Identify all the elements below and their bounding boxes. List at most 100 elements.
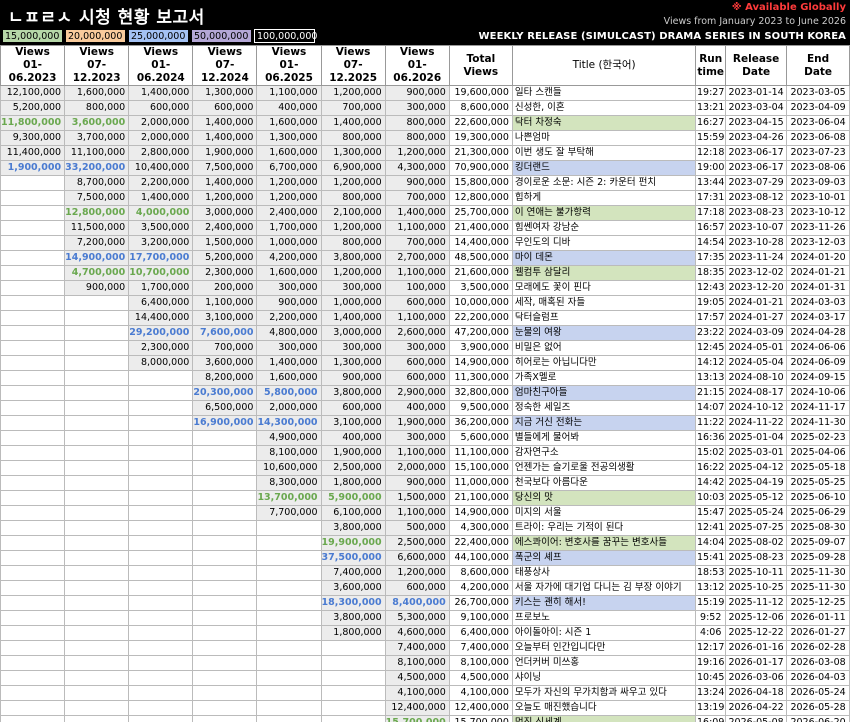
views-cell <box>64 370 130 386</box>
table-row: 16,900,000 14,300,000 3,100,000 1,900,000 36… <box>0 415 850 431</box>
release-cell: 2025-08-23 <box>725 550 788 566</box>
views-cell <box>128 400 194 416</box>
title-cell: 히어로는 아닙니다만 <box>511 355 697 371</box>
views-cell <box>0 415 66 431</box>
release-cell: 2025-08-02 <box>725 535 788 551</box>
views-cell <box>256 580 322 596</box>
views-cell <box>192 535 258 551</box>
views-cell <box>64 505 130 521</box>
views-cell <box>64 610 130 626</box>
views-cell <box>64 460 130 476</box>
table-header: Views 01-06.2023 Views 07-12.2023 Views 01-06… <box>0 45 850 86</box>
views-cell: 9,300,000 <box>0 130 66 146</box>
views-cell: 4,200,000 <box>256 250 322 266</box>
title-cell: 언더커버 미쓰홍 <box>511 655 697 671</box>
views-cell: 1,400,000 <box>128 85 194 101</box>
views-cell <box>0 355 66 371</box>
release-cell: 2024-01-21 <box>725 295 788 311</box>
end-cell: 2023-07-23 <box>786 145 850 161</box>
views-cell: 1,600,000 <box>64 85 130 101</box>
views-cell <box>320 640 386 656</box>
views-cell <box>0 265 66 281</box>
views-cell: 1,200,000 <box>320 265 386 281</box>
total-cell: 15,100,000 <box>448 460 513 476</box>
end-cell: 2025-11-30 <box>786 565 850 581</box>
end-cell: 2025-05-18 <box>786 460 850 476</box>
views-cell <box>320 700 386 716</box>
views-cell <box>0 655 66 671</box>
release-cell: 2025-11-12 <box>725 595 788 611</box>
views-cell <box>64 685 130 701</box>
column-header: Total Views <box>448 45 513 86</box>
views-cell: 1,200,000 <box>320 220 386 236</box>
views-cell <box>128 415 194 431</box>
views-cell: 8,300,000 <box>256 475 322 491</box>
views-cell: 17,700,000 <box>128 250 194 266</box>
title-cell: 닥터 차정숙 <box>511 115 697 131</box>
release-cell: 2025-04-19 <box>725 475 788 491</box>
run-cell: 12:45 <box>695 340 727 356</box>
views-cell <box>128 640 194 656</box>
views-cell <box>192 430 258 446</box>
table-row: 4,700,000 10,700,000 2,300,000 1,600,000 1,2… <box>0 265 850 281</box>
end-cell: 2024-10-06 <box>786 385 850 401</box>
views-cell <box>64 700 130 716</box>
views-cell: 3,700,000 <box>64 130 130 146</box>
end-cell: 2026-05-28 <box>786 700 850 716</box>
views-cell: 2,400,000 <box>192 220 258 236</box>
column-header: Views 01-06.2025 <box>256 45 322 86</box>
views-cell: 1,200,000 <box>256 190 322 206</box>
views-table: Views 01-06.2023 Views 07-12.2023 Views 01-06… <box>0 45 850 722</box>
total-cell: 19,300,000 <box>448 130 513 146</box>
run-cell: 12:17 <box>695 640 727 656</box>
total-cell: 9,500,000 <box>448 400 513 416</box>
total-cell: 3,500,000 <box>448 280 513 296</box>
views-cell <box>0 445 66 461</box>
run-cell: 13:12 <box>695 580 727 596</box>
views-cell <box>256 610 322 626</box>
title-cell: 일타 스캔들 <box>511 85 697 101</box>
total-cell: 5,600,000 <box>448 430 513 446</box>
release-cell: 2023-04-26 <box>725 130 788 146</box>
total-cell: 9,100,000 <box>448 610 513 626</box>
views-cell <box>256 550 322 566</box>
views-cell <box>64 295 130 311</box>
views-cell: 1,400,000 <box>320 310 386 326</box>
end-cell: 2023-10-12 <box>786 205 850 221</box>
views-cell <box>64 445 130 461</box>
views-cell: 300,000 <box>256 340 322 356</box>
views-cell: 3,100,000 <box>320 415 386 431</box>
views-cell: 2,600,000 <box>384 325 450 341</box>
period-note: Views from January 2023 to June 2026 <box>663 16 846 27</box>
end-cell: 2023-06-04 <box>786 115 850 131</box>
views-cell <box>192 550 258 566</box>
views-cell <box>0 565 66 581</box>
end-cell: 2026-06-20 <box>786 715 850 722</box>
title-cell: 가족X멜로 <box>511 370 697 386</box>
table-row: 6,500,000 2,000,000 600,000 400,000 9,500,00… <box>0 400 850 416</box>
title-cell: 닥터슬럼프 <box>511 310 697 326</box>
run-cell: 23:22 <box>695 325 727 341</box>
total-cell: 22,200,000 <box>448 310 513 326</box>
title-cell: 세작, 매혹된 자들 <box>511 295 697 311</box>
end-cell: 2024-11-17 <box>786 400 850 416</box>
release-cell: 2026-03-06 <box>725 670 788 686</box>
end-cell: 2025-02-23 <box>786 430 850 446</box>
views-cell <box>0 235 66 251</box>
views-cell <box>320 655 386 671</box>
column-header: Release Date <box>725 45 788 86</box>
views-cell <box>64 550 130 566</box>
views-cell <box>0 250 66 266</box>
views-cell: 1,600,000 <box>256 145 322 161</box>
views-cell <box>256 565 322 581</box>
views-cell: 12,400,000 <box>384 700 450 716</box>
release-cell: 2024-03-09 <box>725 325 788 341</box>
views-cell <box>128 685 194 701</box>
title-cell: 태풍상사 <box>511 565 697 581</box>
views-cell: 300,000 <box>384 340 450 356</box>
report-title: ㄴㅍㄹㅅ 시청 현황 보고서 <box>8 8 205 28</box>
views-cell: 700,000 <box>384 235 450 251</box>
views-cell <box>0 460 66 476</box>
views-cell: 6,500,000 <box>192 400 258 416</box>
release-cell: 2023-12-02 <box>725 265 788 281</box>
